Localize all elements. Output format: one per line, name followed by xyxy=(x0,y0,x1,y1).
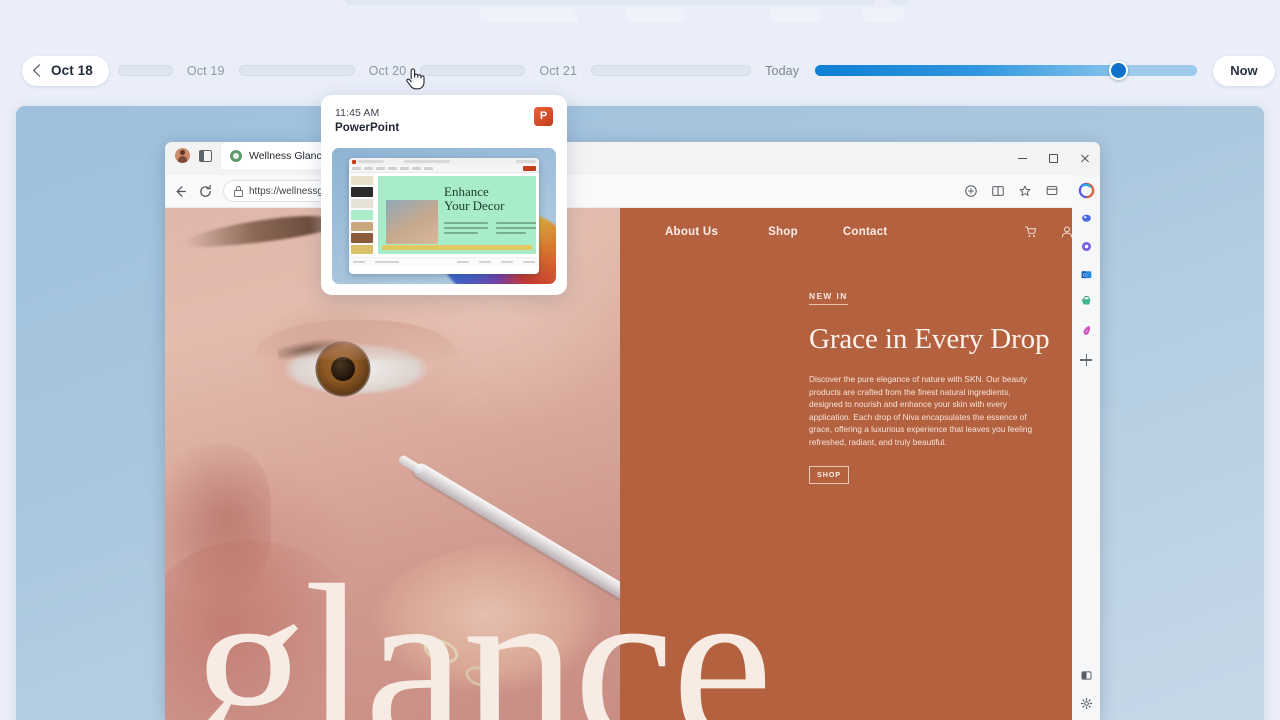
svg-text:O: O xyxy=(1082,273,1086,279)
time-slider-handle[interactable] xyxy=(1109,61,1129,80)
window-controls xyxy=(1007,142,1100,175)
peek-track xyxy=(890,0,908,5)
now-button[interactable]: Now xyxy=(1213,55,1275,86)
peek-card xyxy=(528,14,578,22)
hero-body-text: Discover the pure elegance of nature wit… xyxy=(809,374,1033,448)
timeline-day-oct20[interactable]: Oct 20 xyxy=(369,64,407,78)
minimize-button[interactable] xyxy=(1007,142,1038,175)
hero-title: Grace in Every Drop xyxy=(809,323,1050,355)
sidebar-bottom-controls xyxy=(1072,667,1100,712)
peek-card xyxy=(862,8,904,22)
slide-image xyxy=(386,200,438,244)
appearance-icon[interactable] xyxy=(1078,667,1095,684)
office-icon[interactable] xyxy=(1078,238,1095,255)
nav-link-about-us[interactable]: About Us xyxy=(665,226,718,238)
screen: Oct 18 Oct 19 Oct 20 Oct 21 Today Now We… xyxy=(0,0,1280,720)
now-button-label: Now xyxy=(1230,63,1258,78)
tools-icon[interactable] xyxy=(1078,322,1095,339)
timeline-peek-strip xyxy=(0,0,1280,22)
peek-card xyxy=(770,8,820,22)
slide-title-line-1: Enhance xyxy=(444,184,489,199)
settings-gear-icon[interactable] xyxy=(1078,695,1095,712)
timeline-track-segment-hovered[interactable] xyxy=(420,65,526,76)
time-slider[interactable] xyxy=(815,61,1198,80)
site-navigation: About Us Shop Contact xyxy=(620,208,1100,256)
split-screen-icon[interactable] xyxy=(991,184,1005,198)
timeline-track-segment[interactable] xyxy=(238,65,355,76)
slide-title-line-2: Your Decor xyxy=(444,197,505,213)
slide-title: Enhance Your Decor xyxy=(444,185,504,213)
tab-list-icon[interactable] xyxy=(199,149,212,162)
add-to-collection-icon[interactable] xyxy=(964,184,978,198)
thumbnail-statusbar xyxy=(349,257,539,266)
back-arrow-icon[interactable] xyxy=(173,184,188,199)
current-slide: Enhance Your Decor xyxy=(378,176,536,254)
games-icon[interactable] xyxy=(1078,210,1095,227)
nose-shading xyxy=(165,444,271,604)
current-day-pill[interactable]: Oct 18 xyxy=(22,55,109,86)
edge-browser: Wellness Glance https://wellnessglance.c… xyxy=(165,142,1100,720)
popup-header: 11:45 AM PowerPoint P xyxy=(321,95,567,148)
timeline-bar: Oct 18 Oct 19 Oct 20 Oct 21 Today Now xyxy=(0,52,1280,89)
outlook-icon[interactable]: O xyxy=(1078,266,1095,283)
current-day-label: Oct 18 xyxy=(51,63,93,78)
browser-toolbar: https://wellnessglance.com xyxy=(165,175,1100,208)
peek-track xyxy=(345,0,875,5)
popup-app-name: PowerPoint xyxy=(335,122,400,134)
hero-text-block: NEW IN Grace in Every Drop Discover the … xyxy=(809,286,1069,484)
timeline-today-label: Today xyxy=(765,63,800,78)
powerpoint-icon-letter: P xyxy=(539,110,548,122)
pupil xyxy=(331,357,355,381)
thumbnail-ribbon xyxy=(349,165,539,173)
timeline-day-oct19[interactable]: Oct 19 xyxy=(187,64,225,78)
edge-sidebar: O xyxy=(1072,175,1100,720)
thumbnail-titlebar xyxy=(349,158,539,165)
globe-icon xyxy=(230,149,242,162)
collections-icon[interactable] xyxy=(1045,184,1059,198)
hero-panel: About Us Shop Contact NEW IN Grace in Ev… xyxy=(620,208,1100,720)
plus-icon[interactable] xyxy=(1079,352,1094,367)
shopping-icon[interactable] xyxy=(1078,294,1095,311)
refresh-icon[interactable] xyxy=(198,184,213,199)
tab-strip: Wellness Glance xyxy=(165,142,1100,175)
lock-icon xyxy=(234,185,243,197)
nav-link-shop[interactable]: Shop xyxy=(768,226,798,238)
slide-footer-band xyxy=(382,245,532,250)
hero-eyebrow: NEW IN xyxy=(809,291,848,305)
shop-button[interactable]: SHOP xyxy=(809,465,849,484)
thumbnail-app-window: Enhance Your Decor xyxy=(349,158,539,274)
thumbnail-body: Enhance Your Decor xyxy=(349,173,539,257)
cart-icon[interactable] xyxy=(1024,225,1038,239)
mouse-cursor xyxy=(406,68,425,90)
maximize-button[interactable] xyxy=(1038,142,1069,175)
popup-thumbnail[interactable]: Enhance Your Decor xyxy=(332,148,556,284)
activity-preview-popup[interactable]: 11:45 AM PowerPoint P Enhance Your Decor xyxy=(321,95,567,295)
powerpoint-icon: P xyxy=(534,107,553,126)
nav-link-contact[interactable]: Contact xyxy=(843,226,888,238)
timeline-track-segment[interactable] xyxy=(591,65,752,76)
popup-timestamp: 11:45 AM xyxy=(335,107,380,119)
timeline-day-oct21[interactable]: Oct 21 xyxy=(539,64,577,78)
close-button[interactable] xyxy=(1069,142,1100,175)
slide-thumbnail-rail xyxy=(349,173,375,257)
copilot-icon[interactable] xyxy=(1078,182,1095,199)
timeline-track-segment[interactable] xyxy=(117,65,173,76)
browser-window: Wellness Glance https://wellnessglance.c… xyxy=(16,106,1264,720)
peek-card xyxy=(625,8,685,22)
favorite-star-icon[interactable] xyxy=(1018,184,1032,198)
slide-stage: Enhance Your Decor xyxy=(375,173,539,257)
chevron-left-icon[interactable] xyxy=(33,64,46,77)
avatar-icon[interactable] xyxy=(175,148,190,163)
shop-button-label: SHOP xyxy=(817,470,841,480)
page-content: About Us Shop Contact NEW IN Grace in Ev… xyxy=(165,208,1100,720)
